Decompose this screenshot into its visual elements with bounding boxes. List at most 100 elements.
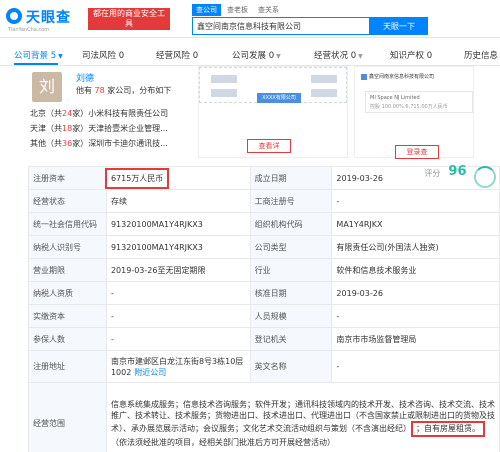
est-date-value: 2019-03-26 — [336, 173, 383, 183]
table-row: 经营状态 存续 工商注册号 - — [28, 189, 500, 213]
chevron-down-icon: ▼ — [276, 53, 281, 60]
section-tabs: 公司背景 5 ▼ 司法风险 0 经营风险 0 公司发展 0 ▼ 经营状况 0 ▼ 知识… — [0, 46, 500, 66]
tab-intellectual-property[interactable]: 知识产权 0 — [390, 49, 432, 61]
scope-highlight: ；自有房屋租赁。 — [410, 421, 485, 437]
logo-subtitle: TianYanCha.com — [8, 27, 50, 33]
search-tab-relation[interactable]: 查关系 — [254, 4, 283, 16]
reg-authority-label: 登记机关 — [249, 327, 333, 351]
relation-row[interactable]: 其他（共36家）深圳市卡迪尔通讯技... — [30, 138, 195, 149]
approval-date-label: 核准日期 — [249, 281, 333, 305]
owner-name-link[interactable]: 刘德 — [76, 71, 94, 84]
company-node-icon — [361, 74, 367, 80]
tab-history[interactable]: 历史信息 — [464, 49, 498, 61]
tab-company-development[interactable]: 公司发展 0 ▼ — [232, 49, 281, 61]
tab-business-risk[interactable]: 经营风险 0 — [156, 49, 198, 61]
view-detail-button[interactable]: 查看详 — [247, 139, 291, 153]
reg-capital-cell: 6715万人民币 — [104, 166, 251, 190]
relationship-graph-panel: XXXX有限公司 查看详 — [198, 66, 348, 158]
login-to-view-button[interactable]: 登录查 — [395, 145, 439, 159]
address-label: 注册地址 — [28, 350, 107, 383]
logo-text: 天眼查 — [26, 10, 71, 26]
owner-company-count: 他有 78 家公司，分布如下 — [76, 86, 172, 95]
term-label: 营业期限 — [28, 258, 107, 282]
term-value: 2019-03-26至无固定期限 — [105, 258, 251, 282]
scope-label: 经营范围 — [28, 382, 107, 452]
company-info-table: 注册资本 6715万人民币 成立日期 2019-03-26 评分 96 经营状态… — [28, 164, 500, 452]
table-row: 统一社会信用代码 91320100MA1Y4RJKX3 组织机构代码 MA1Y4… — [28, 212, 500, 236]
score-label: 评分 — [424, 168, 441, 178]
graph-node — [211, 89, 237, 97]
structure-shareholder-box: MI Space NJ Limited 控股 100.00% 6,715.00万… — [365, 91, 473, 113]
graph-node — [311, 89, 337, 97]
english-name-value: - — [331, 350, 500, 383]
search-input[interactable] — [192, 17, 370, 35]
logo[interactable]: 天眼查 TianYanCha.com — [6, 6, 84, 34]
promo-banner[interactable]: 都在用的商业安全工具 — [88, 8, 170, 30]
table-row: 参保人数 - 登记机关 南京市市场监督管理局 — [28, 327, 500, 351]
equity-structure-panel: 鑫空间南京信息科技有限公司 MI Space NJ Limited 控股 100… — [354, 66, 474, 159]
search-tab-company[interactable]: 查公司 — [192, 4, 221, 16]
org-code-label: 组织机构代码 — [249, 212, 333, 236]
graph-center-node: XXXX有限公司 — [257, 93, 301, 103]
company-type-value: 有限责任公司(外国法人独资) — [331, 235, 500, 259]
industry-label: 行业 — [249, 258, 333, 282]
table-row: 注册资本 6715万人民币 成立日期 2019-03-26 评分 96 — [28, 164, 500, 190]
industry-value: 软件和信息技术服务业 — [331, 258, 500, 282]
taxpayer-label: 纳税人识别号 — [28, 235, 107, 259]
staff-size-value: - — [331, 304, 500, 328]
table-row: 纳税人资质 - 核准日期 2019-03-26 — [28, 281, 500, 305]
status-label: 经营状态 — [28, 189, 107, 213]
company-type-label: 公司类型 — [249, 235, 333, 259]
relation-row[interactable]: 北京（共24家）小米科技有限责任公司 — [30, 108, 195, 119]
biz-reg-value: - — [331, 189, 500, 213]
taxpayer-qual-value: - — [105, 281, 251, 305]
est-date-cell: 2019-03-26 评分 96 — [331, 164, 500, 190]
approval-date-value: 2019-03-26 — [331, 281, 500, 305]
table-row: 实缴资本 - 人员规模 - — [28, 304, 500, 328]
graph-node — [311, 75, 337, 83]
biz-reg-label: 工商注册号 — [249, 189, 333, 213]
score-value[interactable]: 96 — [448, 164, 466, 179]
est-date-label: 成立日期 — [249, 166, 333, 190]
shareholder-name: MI Space NJ Limited — [370, 95, 420, 101]
scope-note: （依法须经批准的项目，经相关部门批准后方可开展经营活动） — [110, 438, 335, 447]
score-ring-icon — [474, 165, 497, 188]
address-cell: 南京市建邺区白龙江东街8号3栋10层1002 附近公司 — [105, 350, 251, 383]
address-value: 南京市建邺区白龙江东街8号3栋10层1002 — [110, 356, 244, 377]
paid-capital-value: - — [105, 304, 251, 328]
search-button[interactable]: 天眼一下 — [370, 17, 428, 35]
credit-code-label: 统一社会信用代码 — [28, 212, 107, 236]
reg-capital-label: 注册资本 — [28, 166, 107, 190]
search-tab-boss[interactable]: 查老板 — [223, 4, 252, 16]
eye-logo-icon — [6, 8, 22, 24]
paid-capital-label: 实缴资本 — [28, 304, 107, 328]
active-tab-indicator — [14, 63, 58, 65]
reg-authority-value: 南京市市场监督管理局 — [331, 327, 500, 351]
nearby-companies-link[interactable]: 附近公司 — [134, 368, 166, 377]
tab-company-background[interactable]: 公司背景 5 ▼ — [14, 49, 63, 61]
scope-cell: 信息系统集成服务；信息技术咨询服务；软件开发；通讯科技领域内的技术开发、技术咨询… — [105, 382, 500, 452]
shareholder-stake: 控股 100.00% 6,715.00万人民币 — [370, 104, 448, 110]
chevron-down-icon: ▼ — [358, 53, 363, 60]
table-row: 纳税人识别号 91320100MA1Y4RJKX3 公司类型 有限责任公司(外国… — [28, 235, 500, 259]
status-value: 存续 — [105, 189, 251, 213]
avatar[interactable]: 刘 — [32, 72, 62, 102]
search-type-tabs: 查公司 查老板 查关系 — [192, 4, 285, 16]
insured-label: 参保人数 — [28, 327, 107, 351]
relation-row[interactable]: 天津（共18家）天津拾壹米企业管理... — [30, 123, 195, 134]
table-row: 营业期限 2019-03-26至无固定期限 行业 软件和信息技术服务业 — [28, 258, 500, 282]
graph-node — [211, 75, 237, 83]
taxpayer-value: 91320100MA1Y4RJKX3 — [105, 235, 251, 259]
score-wrap: 2019-03-26 评分 96 — [336, 164, 497, 188]
staff-size-label: 人员规模 — [249, 304, 333, 328]
english-name-label: 英文名称 — [249, 350, 333, 383]
credit-code-value: 91320100MA1Y4RJKX3 — [105, 212, 251, 236]
table-row: 注册地址 南京市建邺区白龙江东街8号3栋10层1002 附近公司 英文名称 - — [28, 350, 500, 383]
insured-value: - — [105, 327, 251, 351]
table-row: 经营范围 信息系统集成服务；信息技术咨询服务；软件开发；通讯科技领域内的技术开发… — [28, 382, 500, 452]
tab-operating-status[interactable]: 经营状况 0 ▼ — [314, 49, 363, 61]
tab-legal-risk[interactable]: 司法风险 0 — [82, 49, 124, 61]
reg-capital-value: 6715万人民币 — [104, 167, 170, 189]
chevron-down-icon: ▼ — [58, 53, 63, 60]
taxpayer-qual-label: 纳税人资质 — [28, 281, 107, 305]
